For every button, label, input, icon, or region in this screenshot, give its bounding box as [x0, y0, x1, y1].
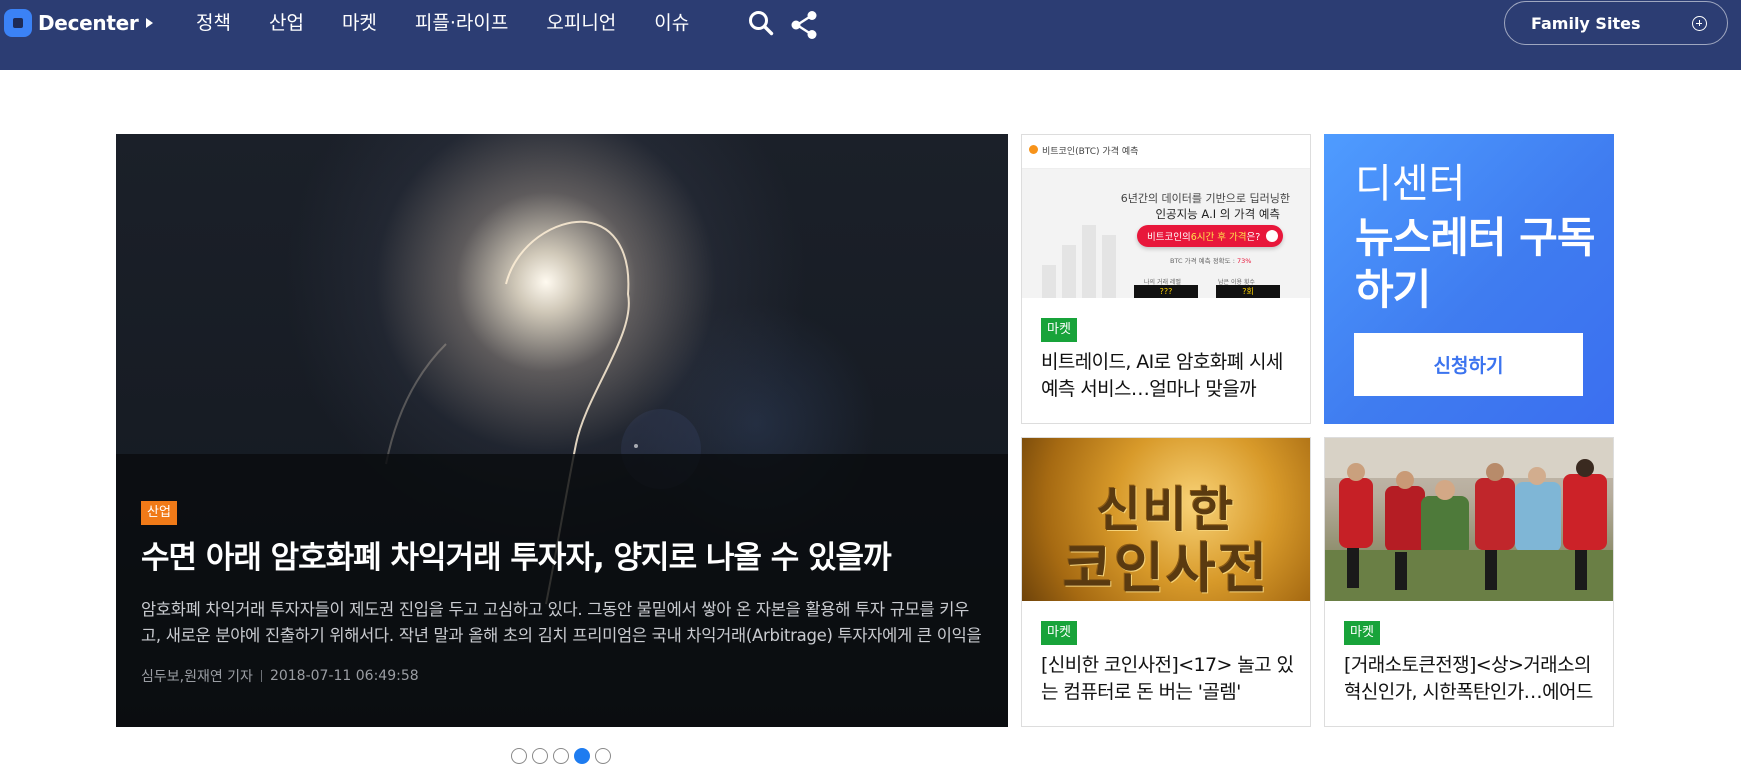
hero-meta: 심두보,원재연 기자 2018-07-11 06:49:58 — [141, 666, 419, 686]
article-title[interactable]: [신비한 코인사전]<17> 놀고 있는 컴퓨터로 돈 버는 '골렘' — [1041, 652, 1297, 708]
category-badge[interactable]: 마켓 — [1041, 318, 1077, 342]
newsletter-promo: 디센터 뉴스레터 구독하기 신청하기 — [1324, 134, 1614, 424]
thumb-chart-bar — [1042, 265, 1056, 298]
family-sites-button[interactable]: Family Sites — [1504, 1, 1728, 45]
carousel-dot[interactable] — [511, 748, 527, 764]
thumb-line-1: 6년간의 데이터를 기반으로 딥러닝한 — [1120, 192, 1290, 205]
thumb-chart-bar — [1082, 225, 1096, 298]
article-thumbnail: 신비한 코인사전 — [1022, 438, 1310, 601]
article-card[interactable]: 마켓 [거래소토큰전쟁]<상>거래소의 혁신인가, 시한폭탄인가…에어드랍 논란 — [1324, 437, 1614, 727]
family-sites-label: Family Sites — [1531, 13, 1641, 33]
article-title[interactable]: 비트레이드, AI로 암호화폐 시세 예측 서비스…얼마나 맞을까 — [1041, 349, 1297, 405]
accuracy-value: 73% — [1236, 257, 1252, 265]
thumb-chart-bar — [1062, 245, 1076, 298]
thumb-prediction-pill: 비트코인의 6시간 후 가격 은? — [1137, 225, 1283, 247]
carousel-dot[interactable] — [553, 748, 569, 764]
nav-item-issue[interactable]: 이슈 — [654, 10, 689, 36]
article-thumbnail — [1325, 438, 1613, 601]
category-badge[interactable]: 마켓 — [1344, 621, 1380, 645]
nav-item-market[interactable]: 마켓 — [342, 10, 377, 36]
play-icon — [1266, 230, 1278, 242]
article-thumbnail: 비트코인(BTC) 가격 예측 6년간의 데이터를 기반으로 딥러닝한 인공지능… — [1022, 135, 1310, 298]
plus-circle-icon — [1692, 16, 1707, 31]
thumb-box-left: ??? — [1134, 285, 1198, 298]
article-card[interactable]: 비트코인(BTC) 가격 예측 6년간의 데이터를 기반으로 딥러닝한 인공지능… — [1021, 134, 1311, 424]
bitcoin-icon — [1029, 145, 1038, 154]
category-badge[interactable]: 산업 — [141, 501, 177, 525]
rugby-photo — [1325, 438, 1613, 601]
nav-item-opinion[interactable]: 오피니언 — [546, 10, 616, 36]
carousel-dot[interactable] — [595, 748, 611, 764]
thumb-chart-bar — [1102, 235, 1116, 298]
caret-right-icon — [146, 18, 154, 28]
accuracy-label: BTC 가격 예측 정확도 : — [1170, 257, 1237, 265]
main-nav: 정책 산업 마켓 피플·라이프 오피니언 이슈 — [196, 10, 727, 36]
nav-item-industry[interactable]: 산업 — [269, 10, 304, 36]
pill-highlight: 6시간 후 가격 — [1190, 232, 1247, 243]
hero-summary: 암호화폐 차익거래 투자자들이 제도권 진입을 두고 고심하고 있다. 그동안 … — [141, 600, 982, 645]
pill-suffix: 은? — [1246, 232, 1261, 243]
carousel-pager — [511, 748, 611, 764]
thumb-topbar: 비트코인(BTC) 가격 예측 — [1022, 135, 1310, 169]
hero-datetime: 2018-07-11 06:49:58 — [269, 668, 419, 684]
category-badge[interactable]: 마켓 — [1041, 621, 1077, 645]
carousel-dot[interactable] — [574, 748, 590, 764]
article-card[interactable]: 신비한 코인사전 마켓 [신비한 코인사전]<17> 놀고 있는 컴퓨터로 돈 … — [1021, 437, 1311, 727]
thumb-accuracy: BTC 가격 예측 정확도 : 73% — [1170, 255, 1251, 265]
hero-caption: 산업 수면 아래 암호화폐 차익거래 투자자, 양지로 나올 수 있을까 암호화… — [116, 454, 1008, 727]
carousel-dot[interactable] — [532, 748, 548, 764]
meta-divider — [260, 670, 262, 682]
nav-item-people-life[interactable]: 피플·라이프 — [415, 10, 508, 36]
hero-article[interactable]: 산업 수면 아래 암호화폐 차익거래 투자자, 양지로 나올 수 있을까 암호화… — [116, 134, 1008, 727]
hero-authors: 심두보,원재연 기자 — [141, 669, 253, 685]
promo-brand: 디센터 — [1355, 161, 1466, 207]
thumb-box-right: ?회 — [1216, 285, 1280, 298]
site-logo[interactable]: Decenter — [4, 8, 154, 38]
hero-title[interactable]: 수면 아래 암호화폐 차익거래 투자자, 양지로 나올 수 있을까 — [141, 536, 991, 580]
share-icon[interactable] — [790, 10, 818, 40]
pill-prefix: 비트코인의 — [1147, 232, 1191, 243]
logo-mark-icon — [4, 9, 32, 37]
site-header: Decenter 정책 산업 마켓 피플·라이프 오피니언 이슈 Family … — [0, 0, 1741, 70]
nav-item-policy[interactable]: 정책 — [196, 10, 231, 36]
subscribe-button[interactable]: 신청하기 — [1354, 333, 1583, 396]
article-title[interactable]: [거래소토큰전쟁]<상>거래소의 혁신인가, 시한폭탄인가…에어드랍 논란 — [1344, 652, 1600, 708]
thumb-title-line-2: 코인사전 — [1062, 537, 1270, 600]
search-icon[interactable] — [748, 10, 774, 36]
thumb-line-2: 인공지능 A.I 의 가격 예측 — [1155, 207, 1280, 221]
promo-headline: 뉴스레터 구독하기 — [1355, 213, 1595, 314]
thumb-header-text: 비트코인(BTC) 가격 예측 — [1042, 147, 1139, 157]
logo-text: Decenter — [38, 11, 139, 35]
